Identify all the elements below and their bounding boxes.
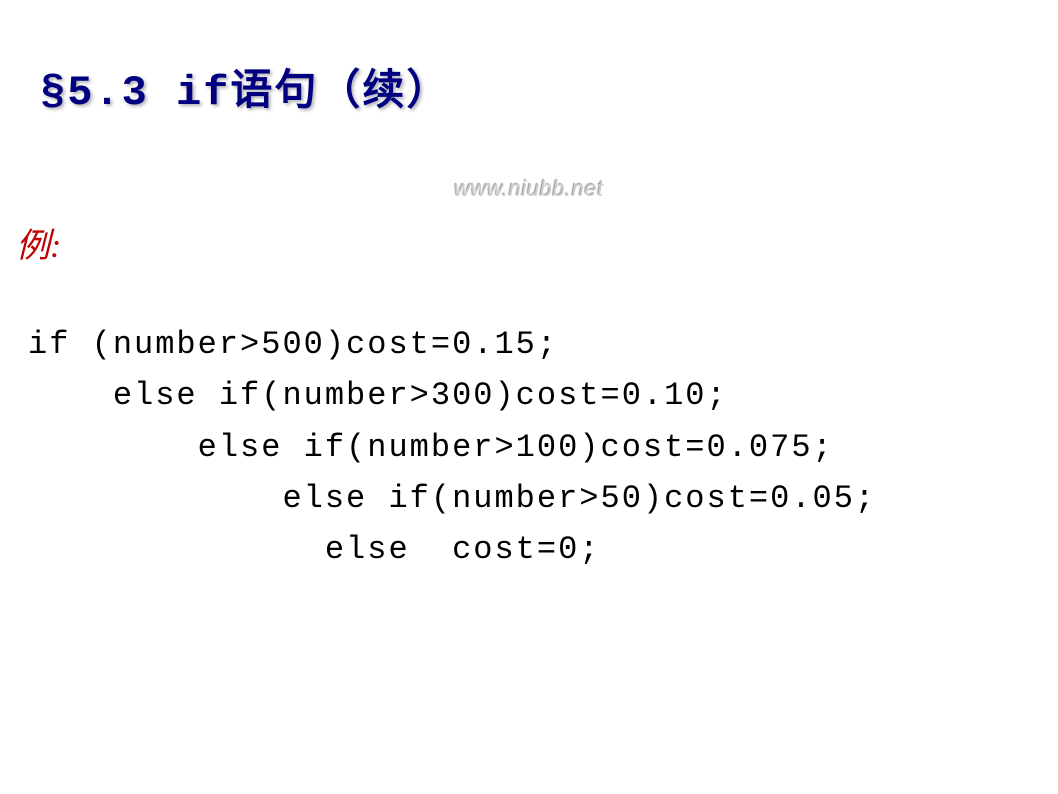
example-label: 例: bbox=[16, 218, 61, 267]
code-line-2: else if(number>300)cost=0.10; bbox=[28, 377, 728, 414]
code-line-5: else cost=0; bbox=[28, 531, 600, 568]
code-line-4: else if(number>50)cost=0.05; bbox=[28, 480, 876, 517]
code-line-1: if (number>500)cost=0.15; bbox=[28, 326, 558, 363]
section-heading: §5.3 if语句（续） bbox=[40, 56, 450, 117]
code-line-3: else if(number>100)cost=0.075; bbox=[28, 429, 834, 466]
code-block: if (number>500)cost=0.15; else if(number… bbox=[28, 268, 876, 575]
watermark-text: www.niubb.net bbox=[454, 176, 604, 202]
